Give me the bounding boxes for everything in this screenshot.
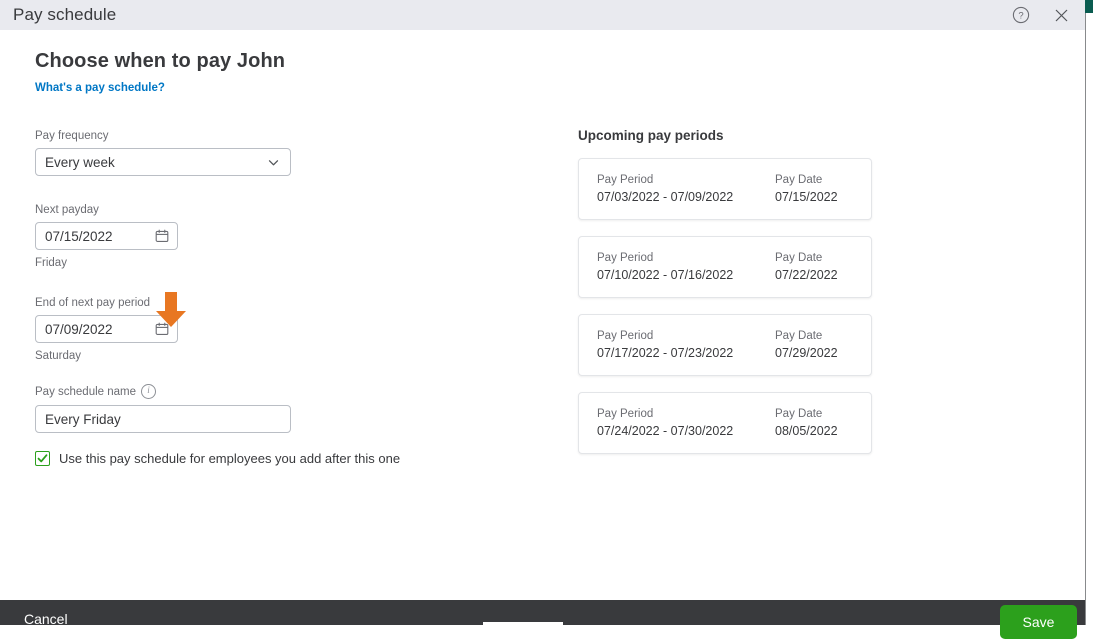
chevron-down-icon <box>266 155 281 170</box>
pay-period-card: Pay Period 07/03/2022 - 07/09/2022 Pay D… <box>578 158 872 220</box>
pay-period-card: Pay Period 07/10/2022 - 07/16/2022 Pay D… <box>578 236 872 298</box>
scrollbar-top-cap <box>1085 0 1093 13</box>
default-schedule-checkbox-row[interactable]: Use this pay schedule for employees you … <box>35 451 455 466</box>
pay-date-column: Pay Date 07/22/2022 <box>775 252 855 282</box>
next-payday-label: Next payday <box>35 204 455 216</box>
next-payday-weekday: Friday <box>35 257 455 269</box>
pay-period-caption: Pay Period <box>597 252 775 264</box>
end-of-next-pay-period-weekday: Saturday <box>35 350 455 362</box>
next-payday-value: 07/15/2022 <box>45 229 113 244</box>
calendar-icon[interactable] <box>155 229 169 243</box>
page-title: Choose when to pay John <box>35 50 285 73</box>
pay-frequency-label: Pay frequency <box>35 130 455 142</box>
pay-period-range: 07/10/2022 - 07/16/2022 <box>597 268 775 282</box>
pay-date-column: Pay Date 07/15/2022 <box>775 174 855 204</box>
window-title-bar: Pay schedule ? <box>0 0 1085 30</box>
close-icon[interactable] <box>1051 5 1071 25</box>
what-is-a-pay-schedule-link[interactable]: What's a pay schedule? <box>35 82 165 94</box>
pay-period-caption: Pay Period <box>597 408 775 420</box>
pay-date-column: Pay Date 08/05/2022 <box>775 408 855 438</box>
end-of-next-pay-period-label-text: End of next pay period <box>35 297 150 309</box>
check-icon <box>37 453 48 464</box>
pay-period-range: 07/03/2022 - 07/09/2022 <box>597 190 775 204</box>
window-title: Pay schedule <box>13 5 116 25</box>
dialog-content: Choose when to pay John What's a pay sch… <box>0 30 1085 600</box>
pay-period-column: Pay Period 07/03/2022 - 07/09/2022 <box>597 174 775 204</box>
next-payday-label-text: Next payday <box>35 204 99 216</box>
svg-text:?: ? <box>1018 11 1023 22</box>
cancel-button[interactable]: Cancel <box>24 611 68 625</box>
calendar-icon[interactable] <box>155 322 169 336</box>
upcoming-pay-periods-panel: Upcoming pay periods Pay Period 07/03/20… <box>578 128 874 470</box>
upcoming-pay-periods-title: Upcoming pay periods <box>578 128 874 143</box>
pay-period-range: 07/17/2022 - 07/23/2022 <box>597 346 775 360</box>
pay-date-caption: Pay Date <box>775 330 855 342</box>
pay-frequency-value: Every week <box>45 155 115 170</box>
next-payday-input[interactable]: 07/15/2022 <box>35 222 178 250</box>
pay-date-column: Pay Date 07/29/2022 <box>775 330 855 360</box>
pay-period-card: Pay Period 07/17/2022 - 07/23/2022 Pay D… <box>578 314 872 376</box>
save-button[interactable]: Save <box>1000 605 1077 639</box>
help-circle-icon[interactable]: ? <box>1011 5 1031 25</box>
pay-frequency-select[interactable]: Every week <box>35 148 291 176</box>
pay-date-caption: Pay Date <box>775 408 855 420</box>
pay-date-value: 08/05/2022 <box>775 424 855 438</box>
pay-date-caption: Pay Date <box>775 252 855 264</box>
pay-period-column: Pay Period 07/10/2022 - 07/16/2022 <box>597 252 775 282</box>
pay-period-card: Pay Period 07/24/2022 - 07/30/2022 Pay D… <box>578 392 872 454</box>
end-of-next-pay-period-input[interactable]: 07/09/2022 <box>35 315 178 343</box>
pay-schedule-name-label: Pay schedule name i <box>35 384 455 399</box>
pay-schedule-form: Pay frequency Every week Next payday 07/… <box>35 130 455 466</box>
pay-period-range: 07/24/2022 - 07/30/2022 <box>597 424 775 438</box>
pay-date-value: 07/29/2022 <box>775 346 855 360</box>
pay-frequency-label-text: Pay frequency <box>35 130 109 142</box>
default-schedule-checkbox[interactable] <box>35 451 50 466</box>
pay-schedule-name-label-text: Pay schedule name <box>35 386 136 398</box>
pay-schedule-name-input[interactable]: Every Friday <box>35 405 291 433</box>
end-of-next-pay-period-value: 07/09/2022 <box>45 322 113 337</box>
pay-date-value: 07/22/2022 <box>775 268 855 282</box>
pay-period-caption: Pay Period <box>597 174 775 186</box>
info-icon[interactable]: i <box>141 384 156 399</box>
pay-date-value: 07/15/2022 <box>775 190 855 204</box>
pay-period-column: Pay Period 07/24/2022 - 07/30/2022 <box>597 408 775 438</box>
title-bar-actions: ? <box>1011 5 1071 25</box>
pay-date-caption: Pay Date <box>775 174 855 186</box>
vertical-scrollbar[interactable] <box>1085 0 1093 625</box>
pay-period-caption: Pay Period <box>597 330 775 342</box>
end-of-next-pay-period-label: End of next pay period <box>35 297 455 309</box>
pay-schedule-name-value: Every Friday <box>45 412 121 427</box>
pay-period-column: Pay Period 07/17/2022 - 07/23/2022 <box>597 330 775 360</box>
default-schedule-checkbox-label: Use this pay schedule for employees you … <box>59 451 400 466</box>
